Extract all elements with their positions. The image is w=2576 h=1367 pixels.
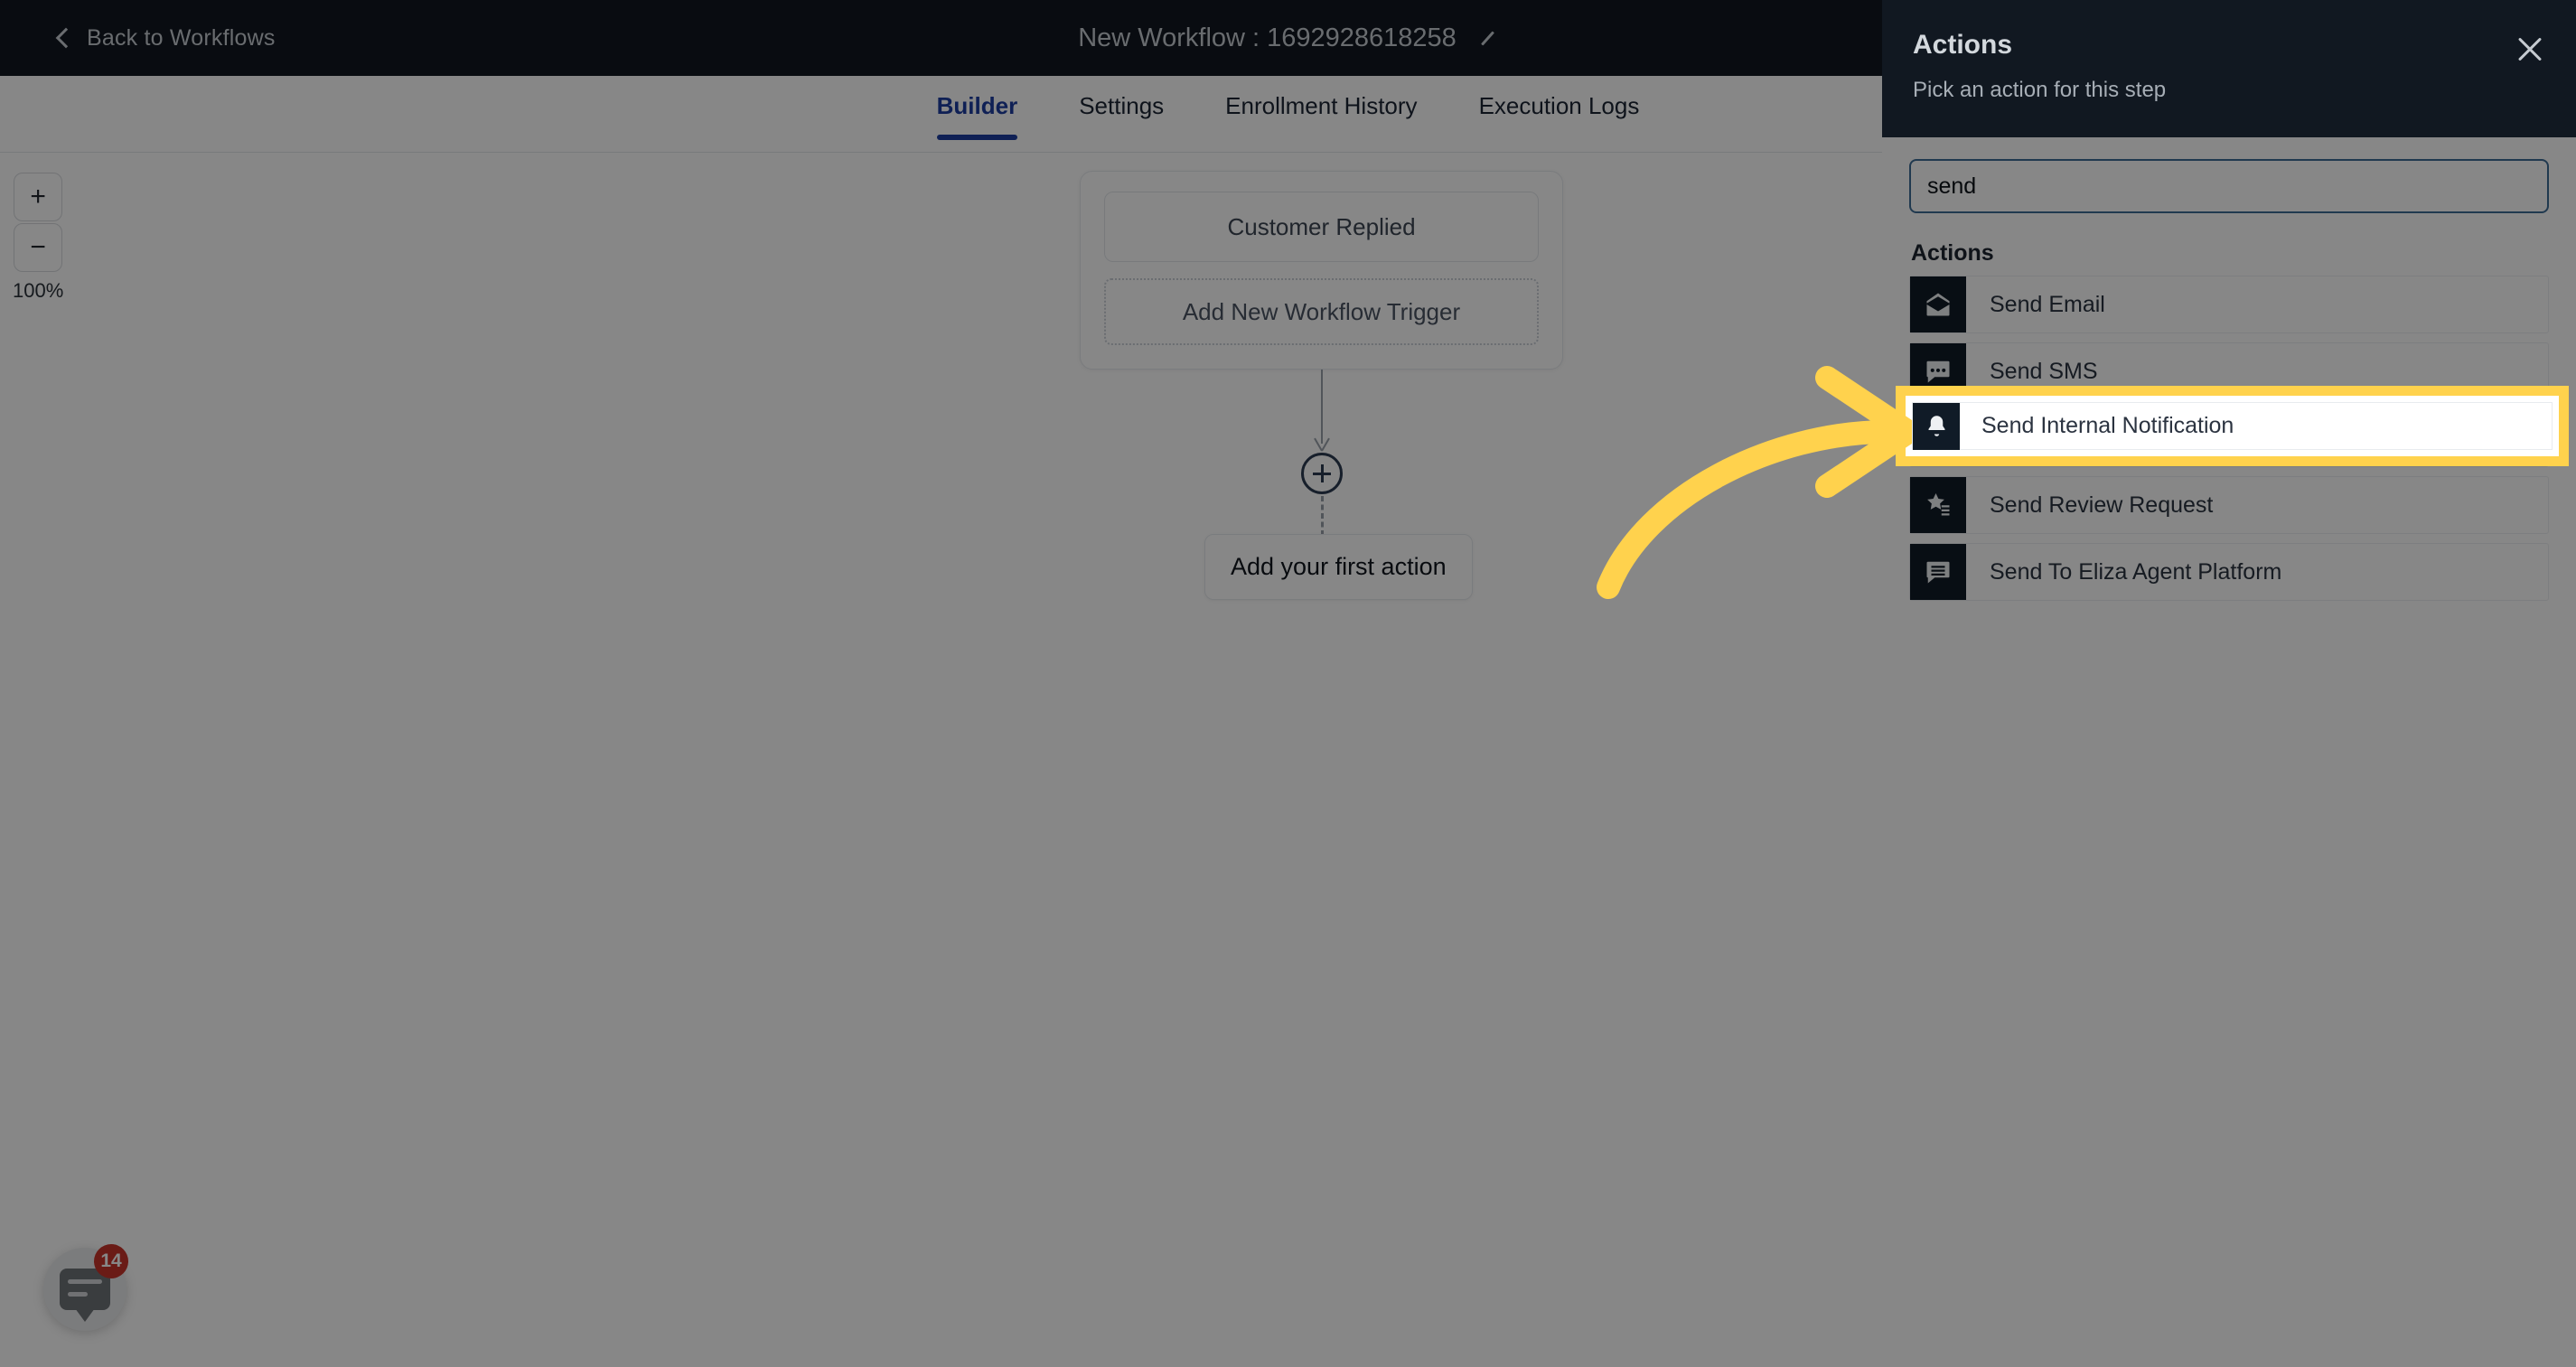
- actions-panel-title: Actions: [1913, 30, 2013, 60]
- bell-icon: [1913, 402, 1960, 450]
- modal-overlay[interactable]: [0, 0, 2576, 1367]
- actions-panel-subtitle: Pick an action for this step: [1913, 78, 2167, 102]
- actions-panel-header: Actions Pick an action for this step: [1882, 0, 2576, 137]
- close-icon[interactable]: [2513, 33, 2547, 67]
- app-root: Back to Workflows New Workflow : 1692928…: [0, 0, 2576, 1367]
- action-item-label: Send Internal Notification: [1981, 413, 2234, 438]
- action-item-send-internal-notification[interactable]: Send Internal Notification: [1912, 402, 2553, 450]
